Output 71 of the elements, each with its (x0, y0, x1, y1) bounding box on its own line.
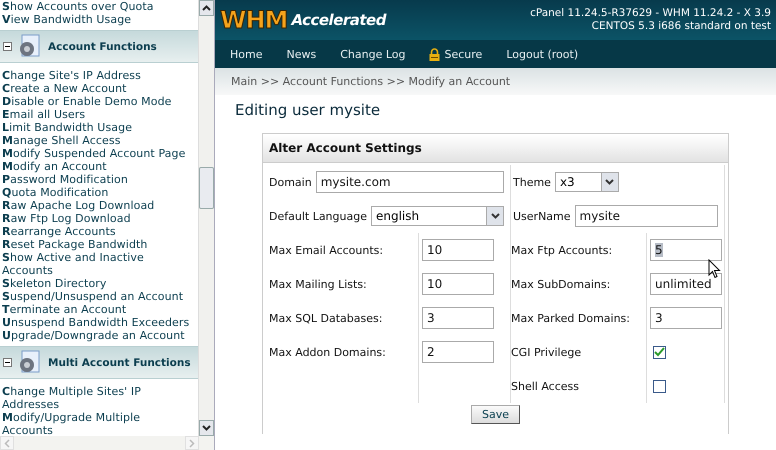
nav-link[interactable]: Secure (429, 48, 482, 60)
panel-title: Alter Account Settings (269, 141, 422, 155)
breadcrumb: Main >> Account Functions >> Modify an Account (231, 75, 510, 88)
field-label: Max SubDomains: (511, 278, 610, 290)
scroll-thumb[interactable] (199, 167, 214, 209)
number-field[interactable]: 3 (422, 307, 494, 329)
field-label: Max SQL Databases: (269, 312, 382, 324)
number-field[interactable]: 10 (422, 239, 494, 261)
field-label: Default Language (269, 210, 367, 222)
sidebar-link[interactable]: Suspend/Unsuspend an Account (0, 290, 190, 303)
sidebar-link[interactable]: Modify Suspended Account Page (0, 147, 190, 160)
number-field[interactable]: 5 (650, 239, 722, 261)
field-label: Domain (269, 176, 312, 188)
sidebar-link[interactable]: Email all Users (0, 108, 190, 121)
dropdown[interactable]: x3 (554, 172, 619, 192)
pointer-icon (708, 259, 721, 279)
sidebar-link[interactable]: Show Accounts over Quota (0, 0, 190, 13)
sidebar-link[interactable]: Modify/Upgrade Multiple Accounts (0, 411, 190, 436)
vertical-scrollbar[interactable] (198, 0, 214, 436)
field-label: Max Email Accounts: (269, 244, 384, 256)
sidebar-link[interactable]: Change Multiple Sites' IP Addresses (0, 385, 190, 411)
sidebar-link[interactable]: Upgrade/Downgrade an Account (0, 329, 190, 342)
field-label: UserName (513, 210, 571, 222)
sidebar-link[interactable]: Limit Bandwidth Usage (0, 121, 190, 134)
sidebar-link[interactable]: Manage Shell Access (0, 134, 190, 147)
sidebar-link[interactable]: Unsuspend Bandwidth Exceeders (0, 316, 190, 329)
checkbox[interactable] (653, 380, 666, 392)
version-info: CENTOS 5.3 i686 standard on test (592, 20, 771, 33)
collapse-icon[interactable] (3, 358, 12, 367)
sidebar-link[interactable]: Rearrange Accounts (0, 225, 190, 238)
number-field[interactable]: 3 (650, 307, 722, 329)
field-label: Max Addon Domains: (269, 346, 386, 358)
field-label: Theme (513, 176, 551, 188)
sidebar-link[interactable]: Skeleton Directory (0, 277, 190, 290)
save-button[interactable]: Save (470, 405, 520, 424)
number-field[interactable]: unlimited (650, 273, 722, 295)
sidebar-link[interactable]: Password Modification (0, 173, 190, 186)
field-label: Max Mailing Lists: (269, 278, 367, 290)
scroll-down-icon[interactable] (199, 420, 214, 436)
nav-link[interactable]: Home (230, 48, 262, 60)
sidebar-link[interactable]: Quota Modification (0, 186, 190, 199)
number-field[interactable]: 2 (422, 341, 494, 363)
sidebar-link[interactable]: Raw Apache Log Download (0, 199, 190, 212)
sidebar-link[interactable]: View Bandwidth Usage (0, 13, 190, 26)
version-info: cPanel 11.24.5-R37629 - WHM 11.24.2 - X 3.9 (530, 7, 771, 20)
field-label: Shell Access (511, 380, 579, 392)
scroll-up-icon[interactable] (199, 0, 214, 16)
sidebar-link[interactable]: Modify an Account (0, 160, 190, 173)
nav-link[interactable]: News (286, 48, 316, 60)
sidebar-link[interactable]: Show Active and Inactive Accounts (0, 251, 190, 277)
sidebar-link[interactable]: Terminate an Account (0, 303, 190, 316)
field-label: CGI Privilege (511, 346, 582, 358)
section-header[interactable]: Account Functions (0, 30, 198, 63)
nav-link[interactable]: Change Log (340, 48, 406, 60)
page-title: Editing user mysite (235, 101, 382, 119)
collapse-icon[interactable] (3, 42, 12, 51)
sidebar-link[interactable]: Disable or Enable Demo Mode (0, 95, 190, 108)
text-field[interactable]: mysite (574, 205, 718, 227)
sidebar-link[interactable]: Reset Package Bandwidth (0, 238, 190, 251)
section-header[interactable]: Multi Account Functions (0, 346, 198, 379)
number-field[interactable]: 10 (422, 273, 494, 295)
dropdown[interactable]: english (370, 206, 504, 226)
field-label: Max Parked Domains: (511, 312, 630, 324)
sidebar-link[interactable]: Create a New Account (0, 82, 190, 95)
text-field[interactable]: mysite.com (316, 171, 504, 193)
nav-link[interactable]: Logout (root) (506, 48, 578, 60)
sidebar-link[interactable]: Raw Ftp Log Download (0, 212, 190, 225)
sidebar-link[interactable]: Change Site's IP Address (0, 69, 190, 82)
checkbox[interactable] (653, 346, 666, 358)
field-label: Max Ftp Accounts: (511, 244, 612, 256)
logo[interactable]: WHM Accelerated (220, 6, 386, 34)
